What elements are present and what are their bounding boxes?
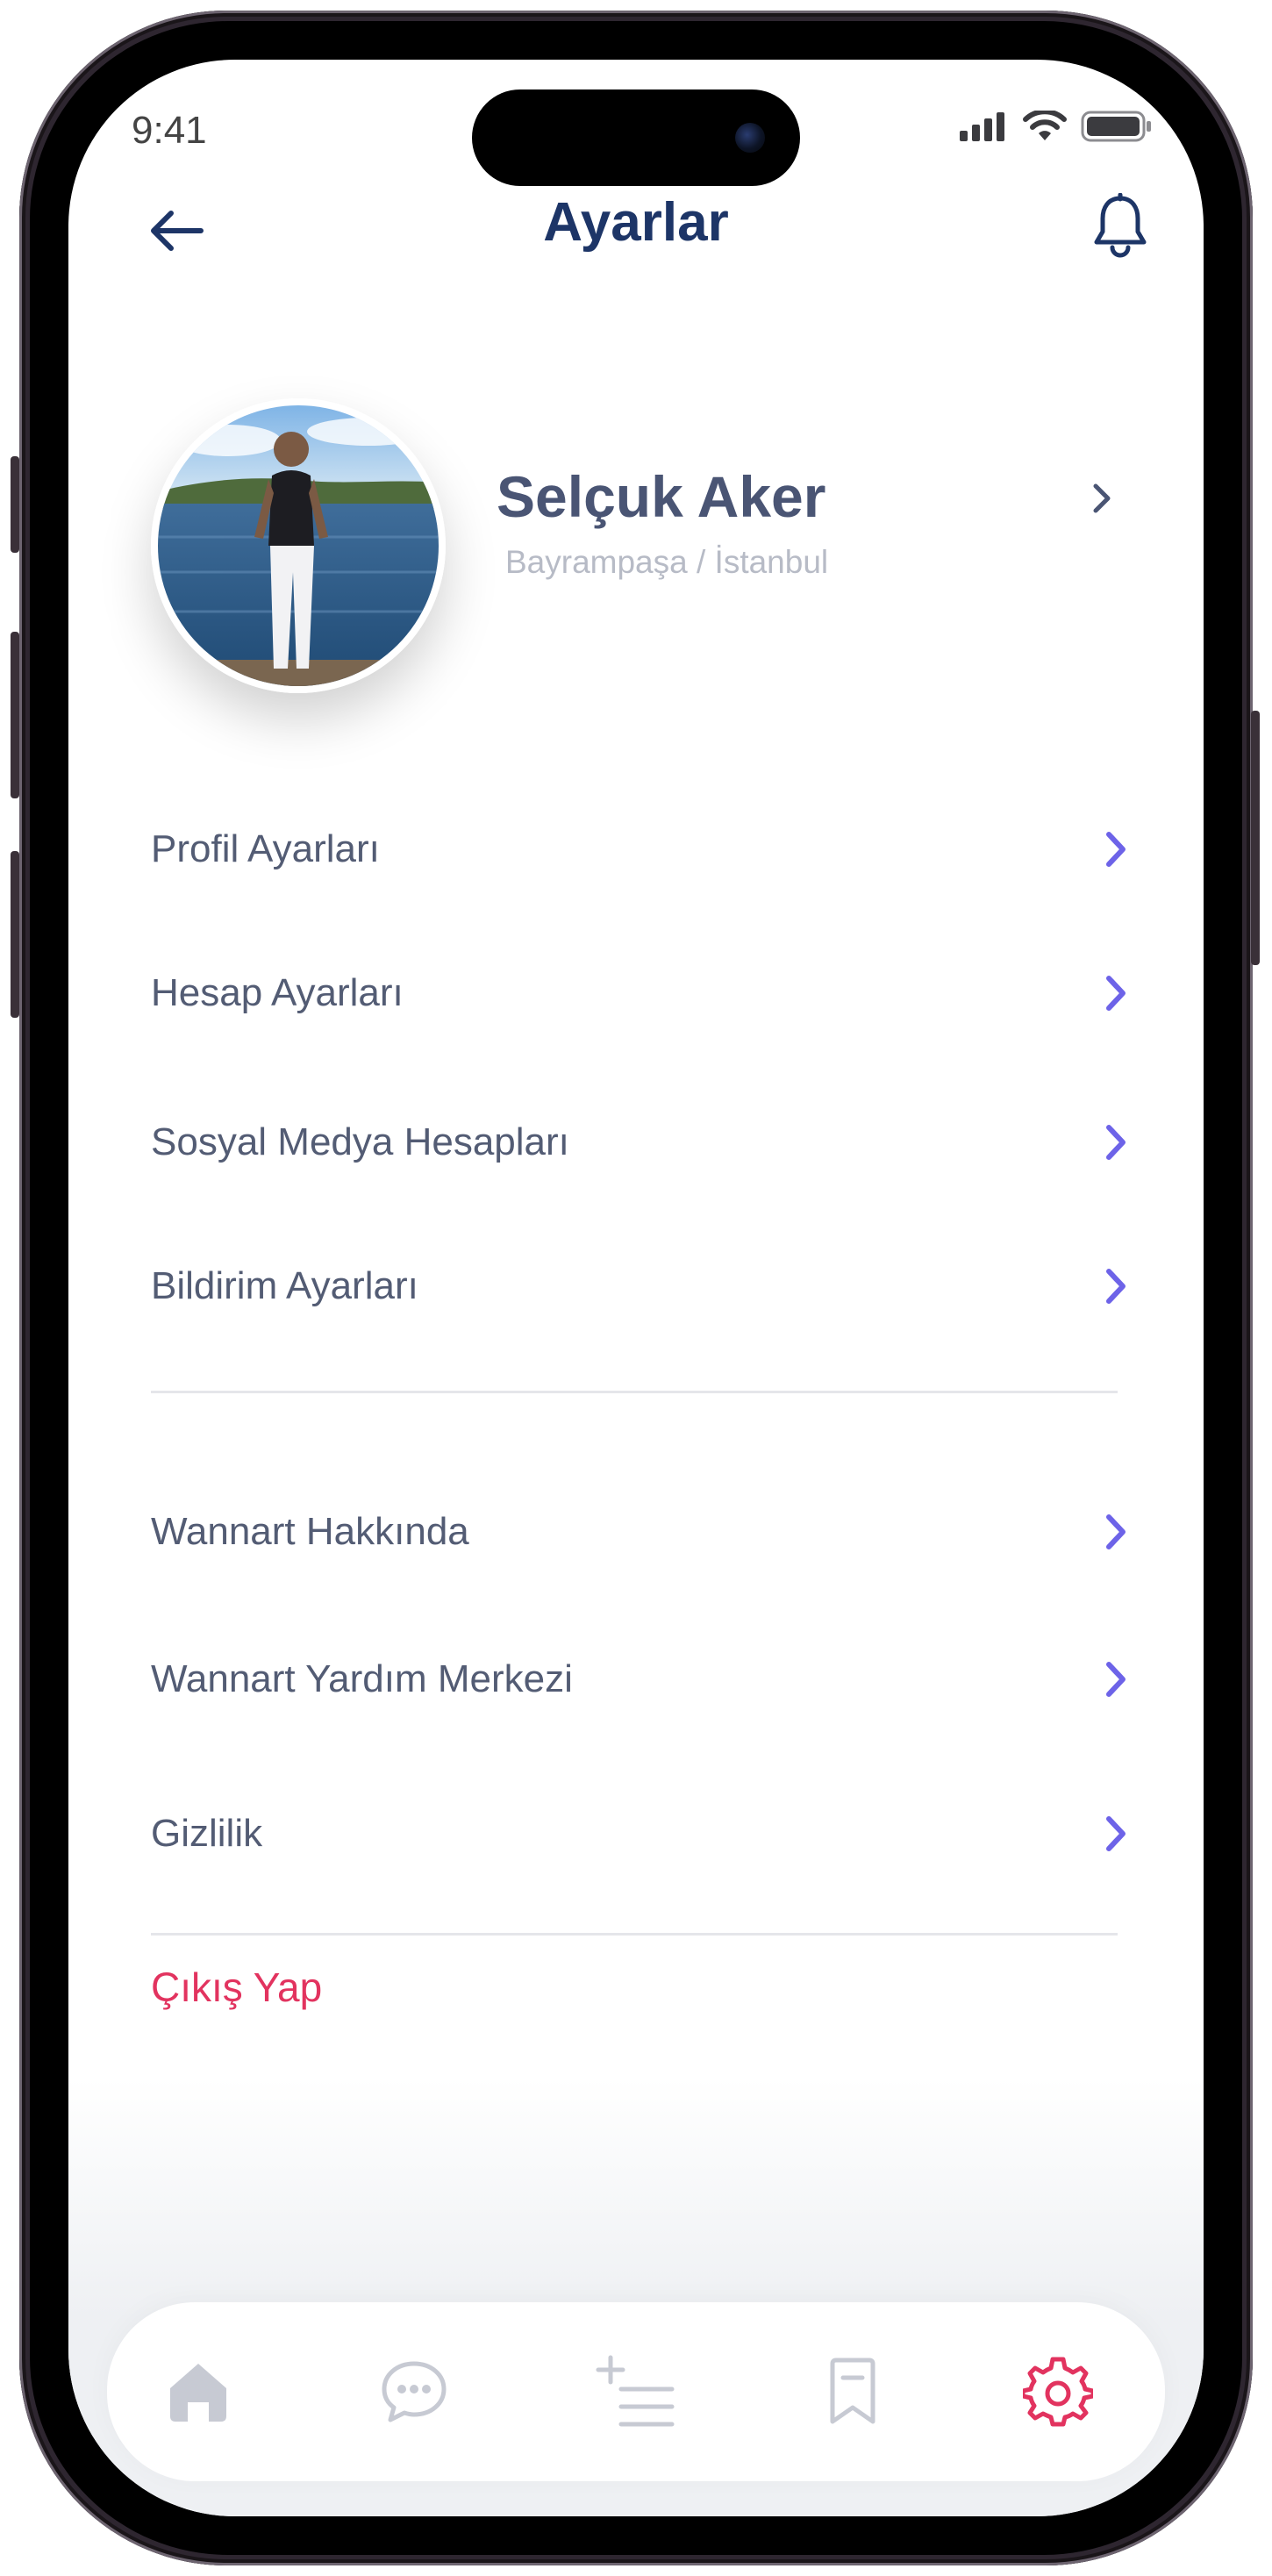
- menu-item-social-media[interactable]: Sosyal Medya Hesapları: [151, 1100, 1142, 1184]
- menu-item-help-center[interactable]: Wannart Yardım Merkezi: [151, 1637, 1142, 1721]
- chevron-right-icon: [1090, 1116, 1142, 1169]
- menu-item-label: Sosyal Medya Hesapları: [151, 1120, 569, 1163]
- menu-item-label: Bildirim Ayarları: [151, 1264, 418, 1307]
- dynamic-island: [472, 89, 800, 186]
- menu-item-label: Profil Ayarları: [151, 827, 380, 870]
- logout-button[interactable]: Çıkış Yap: [151, 1964, 322, 2011]
- signal-icon: [960, 112, 1004, 141]
- status-time: 9:41: [132, 109, 207, 152]
- volume-up-button: [11, 632, 19, 798]
- battery-icon: [1081, 111, 1151, 142]
- chevron-right-icon: [1090, 967, 1142, 1020]
- tab-bar: [107, 2302, 1165, 2481]
- camera-icon: [735, 123, 765, 153]
- chat-icon: [382, 2361, 447, 2422]
- avatar[interactable]: [151, 398, 446, 693]
- chevron-right-icon: [1090, 1260, 1142, 1313]
- menu-item-label: Hesap Ayarları: [151, 971, 404, 1014]
- chevron-right-icon: [1090, 1506, 1142, 1558]
- divider: [151, 1933, 1118, 1936]
- divider: [151, 1391, 1118, 1393]
- chevron-right-icon: [1090, 823, 1142, 876]
- tab-add-post[interactable]: [574, 2302, 697, 2481]
- chevron-right-icon: [1090, 1807, 1142, 1860]
- profile-open-button[interactable]: [1075, 472, 1128, 525]
- menu-item-profile-settings[interactable]: Profil Ayarları: [151, 807, 1142, 891]
- menu-item-notification-settings[interactable]: Bildirim Ayarları: [151, 1244, 1142, 1328]
- menu-item-account-settings[interactable]: Hesap Ayarları: [151, 951, 1142, 1035]
- home-icon: [170, 2364, 226, 2422]
- bookmark-icon: [830, 2358, 875, 2424]
- status-icons: [958, 111, 1153, 142]
- profile-name[interactable]: Selçuk Aker: [497, 463, 825, 530]
- menu-item-label: Gizlilik: [151, 1812, 263, 1855]
- tab-settings[interactable]: [997, 2302, 1119, 2481]
- tab-saved[interactable]: [791, 2302, 914, 2481]
- action-button: [11, 456, 19, 553]
- chevron-right-icon: [1090, 1653, 1142, 1706]
- add-post-icon: [596, 2355, 675, 2427]
- tab-messages[interactable]: [353, 2302, 475, 2481]
- screen: 9:41 Ayarlar Selçuk Aker Bayrampaşa / İs…: [68, 60, 1204, 2516]
- bell-icon: [1094, 193, 1147, 258]
- page-title: Ayarlar: [543, 192, 729, 253]
- menu-item-about[interactable]: Wannart Hakkında: [151, 1490, 1142, 1574]
- menu-item-label: Wannart Yardım Merkezi: [151, 1657, 573, 1700]
- volume-down-button: [11, 851, 19, 1018]
- notifications-button[interactable]: [1081, 187, 1160, 266]
- wifi-icon: [1023, 111, 1067, 140]
- settings-icon: [1023, 2357, 1093, 2427]
- chevron-right-icon: [1093, 483, 1111, 513]
- power-button: [1251, 711, 1260, 965]
- menu-item-label: Wannart Hakkında: [151, 1510, 469, 1553]
- tab-home[interactable]: [137, 2302, 260, 2481]
- menu-item-privacy[interactable]: Gizlilik: [151, 1792, 1142, 1876]
- profile-location: Bayrampaşa / İstanbul: [505, 544, 829, 580]
- profile-photo: [158, 405, 439, 686]
